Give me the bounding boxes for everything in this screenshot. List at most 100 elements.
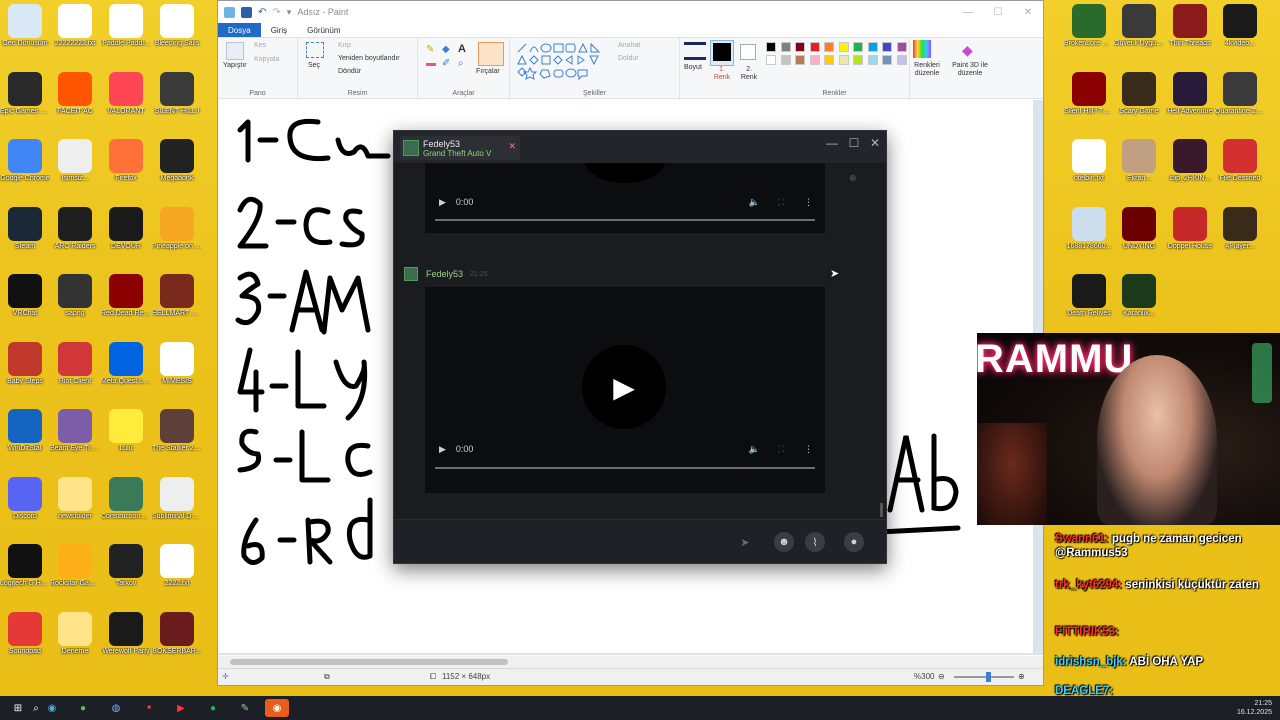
- palette-swatch[interactable]: [853, 55, 863, 65]
- tab-file[interactable]: Dosya: [218, 23, 261, 37]
- video-1-progress[interactable]: [435, 219, 815, 221]
- size-icon[interactable]: [684, 42, 706, 60]
- desktop-icon[interactable]: Meta Quest Link: [101, 341, 151, 386]
- paste-icon[interactable]: [226, 42, 244, 60]
- message-input-area[interactable]: ➤ ☻ ⌇ ●: [394, 519, 886, 563]
- desktop-icon[interactable]: VRChat: [0, 274, 50, 318]
- desktop-icon[interactable]: Discord: [0, 476, 50, 521]
- palette-swatch[interactable]: [867, 42, 878, 52]
- desktop-icon[interactable]: FACEIT AC: [50, 71, 100, 116]
- paint-taskbar-icon[interactable]: ✎: [233, 699, 257, 717]
- copy-button[interactable]: Kopyala: [254, 56, 279, 63]
- desktop-icon[interactable]: clip_2HKIN...: [1165, 139, 1215, 183]
- edit-paint3d-button[interactable]: Paint 3D ile düzenle: [948, 62, 992, 78]
- desktop-icon[interactable]: Geri Dönüşüm: [0, 4, 50, 48]
- palette-swatch[interactable]: [780, 42, 791, 52]
- desktop-icon[interactable]: SILENT HILL f: [152, 71, 202, 116]
- zoom-in-button[interactable]: ⊕: [1018, 672, 1025, 681]
- desktop-icon[interactable]: 2222.txt: [152, 544, 202, 588]
- message-sender[interactable]: Fedely53: [426, 269, 463, 279]
- desktop-icon[interactable]: 4kvideo...: [1215, 4, 1265, 48]
- desktop-icon[interactable]: ARC Raiders: [50, 206, 100, 251]
- palette-swatch[interactable]: [809, 55, 820, 65]
- tab-home[interactable]: Giriş: [261, 23, 297, 37]
- desktop-icon[interactable]: UNDYING: [1114, 206, 1164, 251]
- paste-button[interactable]: Yapıştır: [223, 62, 247, 69]
- add-user-icon[interactable]: ⊕: [849, 173, 857, 184]
- desktop-icon[interactable]: BOKSERBAR...: [152, 611, 202, 656]
- palette-swatch[interactable]: [809, 42, 820, 52]
- desktop-icon[interactable]: Scary Game: [1114, 71, 1164, 116]
- video-1-play-button-partial[interactable]: [585, 163, 665, 183]
- palette-swatch[interactable]: [896, 42, 907, 52]
- fullscreen-icon[interactable]: ⛶: [778, 197, 784, 208]
- text-tool-icon[interactable]: A: [458, 43, 466, 55]
- chrome-icon[interactable]: ●: [71, 699, 95, 717]
- browser-icon[interactable]: ◍: [104, 699, 128, 717]
- desktop-icon[interactable]: Epic Games Launcher: [0, 71, 50, 116]
- desktop-icon[interactable]: Doppel House: [1165, 206, 1215, 251]
- youtube-icon[interactable]: ▶: [169, 699, 193, 717]
- video-2-progress[interactable]: [435, 467, 815, 469]
- quick-access-dropdown-icon[interactable]: ▾: [287, 7, 292, 18]
- desktop-icon[interactable]: Silent Hill f Türkçe Ya...: [1064, 71, 1114, 116]
- brushes-icon[interactable]: [478, 42, 504, 66]
- desktop-icon[interactable]: WinDirStat: [0, 409, 50, 453]
- system-tray[interactable]: 21:25 16.12.2025: [1237, 699, 1272, 717]
- desktop-icon[interactable]: Deneme: [50, 611, 100, 656]
- maximize-icon[interactable]: ☐: [844, 136, 864, 150]
- play-icon[interactable]: ▶: [439, 444, 446, 455]
- palette-swatch[interactable]: [882, 42, 892, 52]
- paint-titlebar[interactable]: ↶ ↷ ▾ Adsız - Paint: [218, 1, 1043, 23]
- desktop-icon[interactable]: 22222222.txt: [50, 4, 100, 48]
- send-icon[interactable]: ➤: [735, 532, 755, 552]
- rotate-button[interactable]: Döndür: [338, 68, 361, 75]
- outline-button[interactable]: Anahat: [618, 42, 640, 49]
- zoom-out-button[interactable]: ⊖: [938, 672, 945, 681]
- palette-swatch[interactable]: [838, 55, 849, 65]
- voice-icon[interactable]: ●: [844, 532, 864, 552]
- select-button[interactable]: Seç: [308, 62, 320, 69]
- paint3d-icon[interactable]: ◆: [962, 42, 973, 59]
- desktop-icon[interactable]: Google Chrome: [0, 139, 50, 183]
- desktop-icon[interactable]: otelbin.txt: [1064, 139, 1114, 183]
- desktop-icon[interactable]: VALORANT: [101, 71, 151, 116]
- mute-icon[interactable]: 🔈: [748, 444, 759, 455]
- undo-icon[interactable]: ↶: [258, 7, 266, 18]
- select-icon[interactable]: [306, 42, 324, 58]
- desktop-icon[interactable]: ConstructionSimulator: [101, 476, 151, 521]
- desktop-icon[interactable]: 1688178660...: [1064, 206, 1114, 251]
- desktop-icon[interactable]: Soundpad: [0, 611, 50, 656]
- pencil-icon[interactable]: ✎: [426, 44, 434, 55]
- desktop-icon[interactable]: Death Relives: [1064, 274, 1114, 318]
- desktop-icon[interactable]: Werewolf Party: [101, 611, 151, 656]
- taskbar-app-1-icon[interactable]: ◉: [40, 699, 64, 717]
- desktop-icon[interactable]: İsimsiz...: [50, 139, 100, 183]
- color2-swatch[interactable]: [740, 44, 756, 60]
- desktop-icon[interactable]: Steam: [0, 206, 50, 251]
- color-picker-icon[interactable]: ✐: [442, 58, 450, 69]
- desktop-icon[interactable]: Karanlık...: [1114, 274, 1164, 318]
- desktop-icon[interactable]: Thin Threads: [1165, 4, 1215, 48]
- minimize-icon[interactable]: —: [822, 136, 842, 150]
- palette-swatch[interactable]: [824, 55, 834, 65]
- desktop-icon[interactable]: Logitech G HUB: [0, 544, 50, 588]
- magnifier-icon[interactable]: ⌕: [458, 58, 464, 69]
- steam-taskbar-icon[interactable]: ◉: [265, 699, 289, 717]
- palette-swatch[interactable]: [838, 42, 849, 52]
- desktop-icon[interactable]: Megabonk: [152, 139, 202, 183]
- desktop-icon[interactable]: Tarkov: [101, 544, 151, 588]
- desktop-icon[interactable]: Quarantine Zone The...: [1215, 71, 1265, 116]
- desktop-icon[interactable]: Firefox: [101, 139, 151, 183]
- desktop-icon[interactable]: Riot Client: [50, 341, 100, 386]
- fill-button[interactable]: Doldur: [618, 55, 639, 62]
- close-button[interactable]: ✕: [1013, 1, 1043, 23]
- attach-icon[interactable]: ⌇: [805, 532, 825, 552]
- desktop-icon[interactable]: Red Dead Redempti...: [101, 274, 151, 318]
- desktop-icon[interactable]: BrokenLore DON'T W...: [1064, 4, 1114, 48]
- desktop-icon[interactable]: Lulu: [101, 409, 151, 453]
- desktop-icon[interactable]: MIMESIS: [152, 341, 202, 386]
- edit-colors-icon[interactable]: [913, 40, 931, 58]
- horizontal-scrollbar[interactable]: [218, 656, 1043, 668]
- shapes-gallery[interactable]: [516, 42, 610, 82]
